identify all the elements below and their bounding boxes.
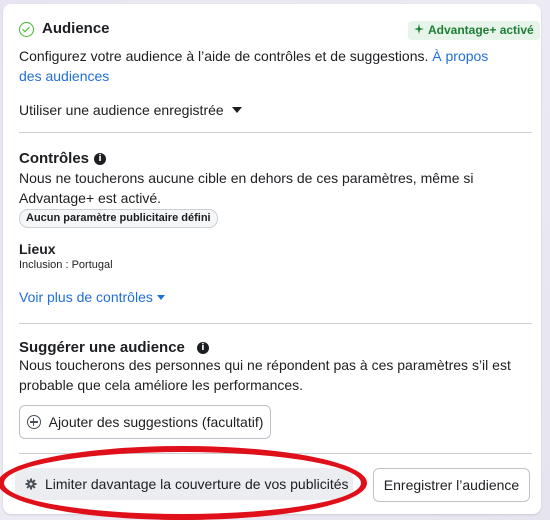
advantage-badge: Advantage+ activé (408, 21, 540, 40)
plus-circle-icon (26, 415, 41, 429)
advantage-badge-label: Advantage+ activé (428, 23, 534, 37)
info-icon[interactable]: i (94, 152, 107, 165)
suggest-heading: Suggérer une audience i (19, 339, 209, 356)
chevron-down-icon (231, 107, 242, 113)
saved-audience-dropdown[interactable]: Utiliser une audience enregistrée (19, 100, 242, 120)
suggest-description: Nous toucherons des personnes qui ne rép… (19, 357, 511, 393)
sparkle-icon (414, 21, 424, 40)
locations-label: Lieux (19, 241, 56, 257)
chevron-down-icon (156, 294, 165, 300)
audience-title: Audience (42, 20, 110, 37)
controls-description: Nous ne toucherons aucune cible en dehor… (19, 170, 474, 206)
gear-icon (25, 478, 37, 490)
divider (19, 323, 532, 324)
info-icon[interactable]: i (196, 341, 209, 354)
limit-reach-label: Limiter davantage la couverture de vos p… (45, 476, 349, 492)
divider (19, 453, 532, 454)
divider (19, 132, 532, 133)
audience-description-text: Configurez votre audience à l’aide de co… (19, 48, 429, 64)
see-more-controls-label: Voir plus de contrôles (19, 289, 153, 305)
save-audience-button[interactable]: Enregistrer l’audience (373, 468, 530, 502)
suggest-title: Suggérer une audience (19, 339, 185, 356)
saved-audience-label: Utiliser une audience enregistrée (19, 102, 224, 118)
controls-title: Contrôles (19, 150, 90, 167)
audience-card: Audience Advantage+ activé Configurez vo… (3, 4, 541, 514)
limit-reach-button[interactable]: Limiter davantage la couverture de vos p… (15, 468, 353, 500)
audience-description: Configurez votre audience à l’aide de co… (19, 46, 489, 86)
no-ad-settings-pill: Aucun paramètre publicitaire défini (19, 209, 218, 228)
check-circle-icon (19, 22, 34, 37)
add-suggestions-label: Ajouter des suggestions (facultatif) (48, 414, 264, 430)
locations-value: Inclusion : Portugal (19, 259, 113, 271)
add-suggestions-button[interactable]: Ajouter des suggestions (facultatif) (19, 405, 271, 439)
see-more-controls-link[interactable]: Voir plus de contrôles (19, 289, 165, 305)
controls-heading: Contrôles i (19, 150, 107, 167)
